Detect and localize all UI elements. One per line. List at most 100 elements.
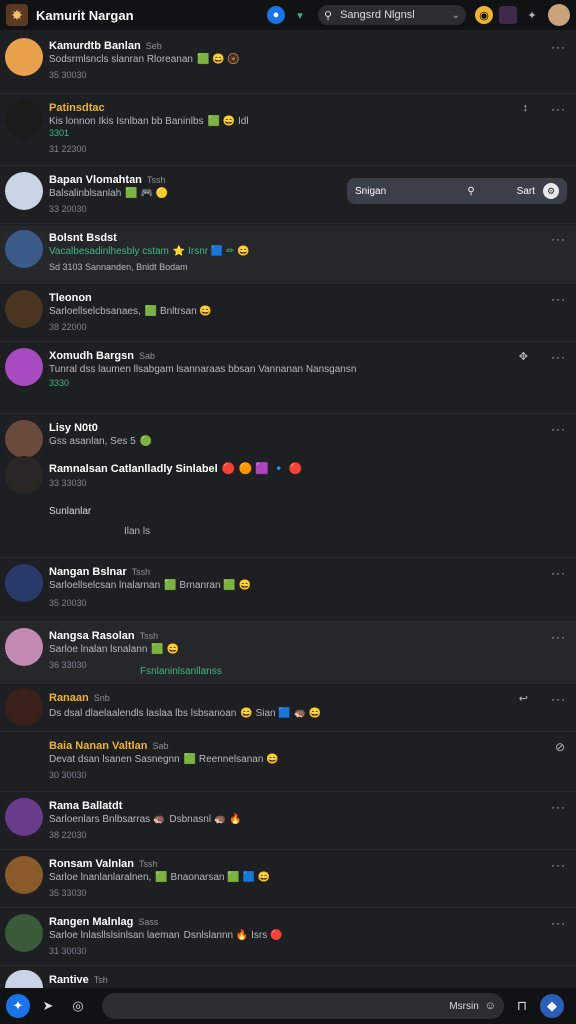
author-name[interactable]: Kamurdtb Banlan	[49, 40, 141, 52]
reaction-emojis[interactable]: 🟩 😄 Idl	[208, 116, 249, 127]
reply-icon[interactable]: ↩	[519, 692, 528, 705]
list-item[interactable]: Baia Nanan Valtlan Sab Devat dsan lsanen …	[0, 732, 576, 792]
author-name[interactable]: Patinsdtac	[49, 102, 105, 114]
author-name[interactable]: Bapan Vlomahtan	[49, 174, 142, 186]
author-name[interactable]: Ramnalsan Catlanlladly Sinlabel	[49, 463, 218, 475]
pin-icon[interactable]: ↕	[523, 102, 529, 114]
more-options-icon[interactable]: ···	[551, 916, 566, 930]
reaction-emojis[interactable]: 🟩 Reennelsanan 😄	[184, 754, 279, 765]
reaction-emojis[interactable]: 🟩 😄 🛞	[197, 54, 240, 65]
user-avatar[interactable]	[548, 4, 570, 26]
list-item[interactable]: Xomudh Bargsn Sab Tunral dss laumen llsab…	[0, 342, 576, 414]
author-name[interactable]: Nangsa Rasolan	[49, 630, 135, 642]
avatar[interactable]	[5, 914, 43, 952]
author-name[interactable]: Rantive	[49, 974, 89, 986]
profile-icon[interactable]: ◆	[540, 994, 564, 1018]
more-options-icon[interactable]: ···	[551, 422, 566, 436]
list-item[interactable]: Kamurdtb Banlan Seb Sodsrmlsncls slanran …	[0, 32, 576, 94]
gift-icon[interactable]: ⊓	[510, 994, 534, 1018]
reaction-emojis[interactable]: Dsnlslannn 🔥 Isrs 🔴	[184, 930, 283, 941]
composer-label[interactable]: Msrsin	[449, 1001, 478, 1012]
avatar[interactable]	[5, 456, 43, 494]
chevron-down-icon[interactable]: ⌄	[452, 10, 460, 21]
list-item[interactable]: Patinsdtac Kis lonnon Ikis Isnlban bb Ba…	[0, 94, 576, 166]
reaction-emojis[interactable]: ⭐ Irsnr 🟦 ✏ 😄	[173, 246, 250, 257]
message-text: Sarloe lnanlanlaralnen,	[49, 872, 152, 883]
list-item[interactable]: Lisy N0t0 Gss asanlan, Ses 5 🟢 Ramnalsan …	[0, 414, 576, 558]
reaction-emojis[interactable]: 🟢	[140, 436, 152, 447]
more-options-icon[interactable]: ···	[551, 692, 566, 706]
avatar[interactable]	[5, 172, 43, 210]
list-item[interactable]: Tleonon Sarloellselcbsanaes, 🟩 Bnltrsan 😄…	[0, 284, 576, 342]
notification-icon[interactable]: ●	[267, 6, 285, 24]
reaction-emojis[interactable]: 🟩 😄	[151, 644, 179, 655]
list-item[interactable]: Nangsa Rasolan Tssh Sarloe lnalan lsnalan…	[0, 622, 576, 684]
more-options-icon[interactable]: ···	[551, 350, 566, 364]
more-options-icon[interactable]: ···	[551, 292, 566, 306]
record-icon[interactable]: ◎	[66, 994, 90, 1018]
search-input[interactable]	[338, 8, 443, 22]
author-name[interactable]: Rama Ballatdt	[49, 800, 122, 812]
more-options-icon[interactable]: ···	[551, 858, 566, 872]
author-name[interactable]: Ranaan	[49, 692, 89, 704]
reaction-emojis[interactable]: 🟩 🎮 🟡	[125, 188, 168, 199]
list-item[interactable]: Ranaan Snb Ds dsal dlaelaalendls laslaa l…	[0, 684, 576, 732]
reaction-emojis[interactable]: 🟩 Bnaonarsan 🟩 🟦 😄	[155, 872, 270, 883]
avatar[interactable]	[5, 688, 43, 726]
list-item[interactable]: Ronsam Valnlan Tssh Sarloe lnanlanlaralne…	[0, 850, 576, 908]
avatar[interactable]	[5, 564, 43, 602]
more-options-icon[interactable]: ···	[551, 566, 566, 580]
author-name[interactable]: Ronsam Valnlan	[49, 858, 134, 870]
more-options-icon[interactable]: ···	[551, 102, 566, 116]
avatar[interactable]	[5, 230, 43, 268]
emoji-icon[interactable]: ☺	[485, 1000, 496, 1012]
reaction-emojis[interactable]: Dsbnasnl 🦔 🔥	[169, 814, 241, 825]
author-name[interactable]: Rangen Malnlag	[49, 916, 133, 928]
more-options-icon[interactable]: ···	[551, 232, 566, 246]
search-popup[interactable]: Snigan ⚲ Sart ⚙	[347, 178, 567, 204]
avatar[interactable]	[5, 348, 43, 386]
list-item[interactable]: Bolsnt Bsdst Vacalbesadinlhesbly cstam ⭐ …	[0, 226, 576, 284]
more-options-icon[interactable]: ···	[551, 40, 566, 54]
list-item[interactable]: Rama Ballatdt Sarloenlars Bnlbsarras 🦔 Ds…	[0, 792, 576, 850]
list-item[interactable]: Nangan Bslnar Tssh Sarloellselcsan lnalar…	[0, 558, 576, 622]
search-box[interactable]: ⚲ ⌄	[318, 5, 466, 25]
link-icon[interactable]: ⊘	[555, 740, 566, 754]
reaction-emojis[interactable]: 🟩 Brnanran 🟩 😄	[164, 580, 251, 591]
author-name[interactable]: Bolsnt Bsdst	[49, 232, 117, 244]
compass-icon[interactable]: ✦	[523, 6, 541, 24]
avatar[interactable]	[5, 100, 43, 138]
settings-icon[interactable]: ⚙	[543, 183, 559, 199]
flag-icon[interactable]	[499, 6, 517, 24]
avatar[interactable]	[5, 970, 43, 988]
search-icon[interactable]: ⚲	[467, 186, 474, 197]
reaction-emojis[interactable]: 🟩 Bnltrsan 😄	[145, 306, 212, 317]
avatar[interactable]	[5, 420, 43, 458]
home-icon[interactable]: ✦	[6, 994, 30, 1018]
send-icon[interactable]: ➤	[36, 994, 60, 1018]
reaction-emojis[interactable]: 😄 Sian 🟦 🦔 😄	[240, 708, 321, 719]
avatar[interactable]	[5, 798, 43, 836]
author-name[interactable]: Lisy N0t0	[49, 422, 98, 434]
list-item[interactable]: Rantive Tsh	[0, 966, 576, 988]
avatar[interactable]	[5, 628, 43, 666]
message-composer[interactable]: Msrsin ☺	[102, 993, 504, 1019]
list-item[interactable]: Rangen Malnlag Sass Sarloe lnlasllslsinls…	[0, 908, 576, 966]
avatar[interactable]	[5, 290, 43, 328]
message-text: Sarloenlars Bnlbsarras 🦔	[49, 814, 166, 825]
pin-icon[interactable]: ✥	[519, 350, 528, 363]
status-icon[interactable]: ◉	[475, 6, 493, 24]
app-logo[interactable]: ✸	[6, 4, 28, 26]
popup-action-label[interactable]: Sart	[517, 186, 535, 197]
timestamp: 35 30030	[49, 70, 87, 80]
reaction-emojis[interactable]: 🔴 🟠 🟪 🔹 🔴	[222, 462, 303, 475]
author-name[interactable]: Nangan Bslnar	[49, 566, 127, 578]
avatar[interactable]	[5, 856, 43, 894]
chevron-down-icon[interactable]: ▾	[291, 6, 309, 24]
author-name[interactable]: Xomudh Bargsn	[49, 350, 134, 362]
more-options-icon[interactable]: ···	[551, 630, 566, 644]
author-name[interactable]: Tleonon	[49, 292, 92, 304]
more-options-icon[interactable]: ···	[551, 800, 566, 814]
author-name[interactable]: Baia Nanan Valtlan	[49, 740, 147, 752]
avatar[interactable]	[5, 38, 43, 76]
